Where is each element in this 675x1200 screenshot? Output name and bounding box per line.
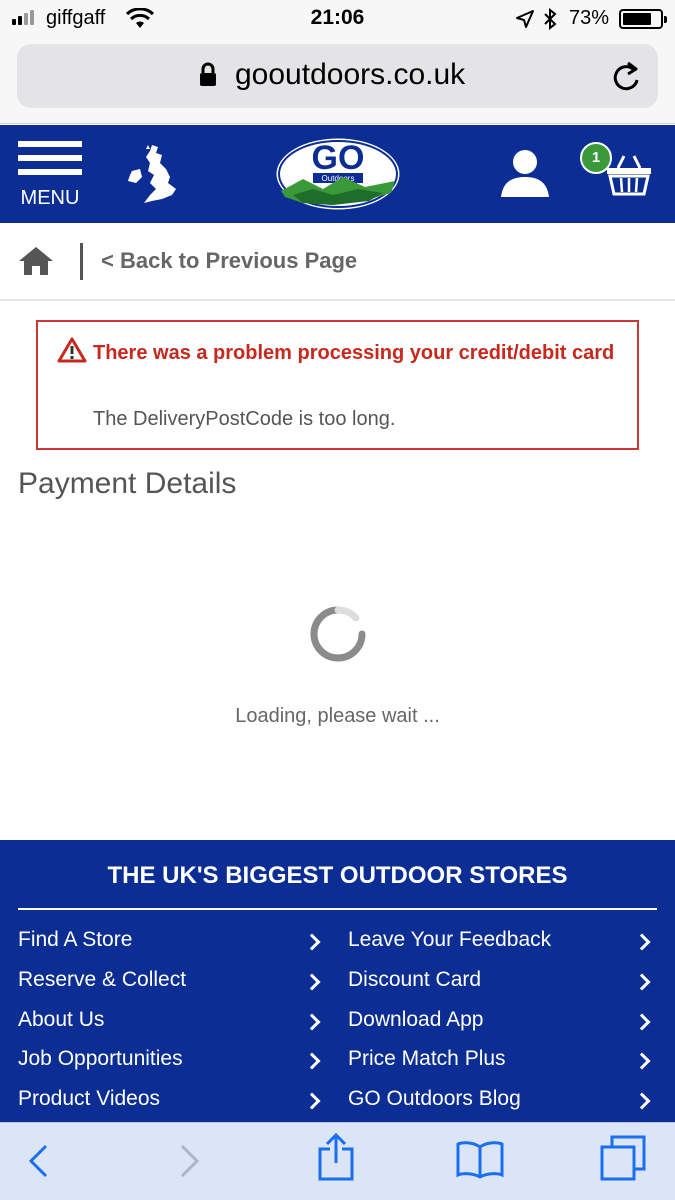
browser-toolbar: [0, 1122, 675, 1200]
browser-address-area: gooutdoors.co.uk: [0, 38, 675, 124]
error-alert: There was a problem processing your cred…: [36, 320, 639, 450]
menu-bar-icon: [18, 141, 82, 147]
footer-link-find-a-store[interactable]: Find A Store: [18, 928, 132, 952]
chevron-right-icon: [633, 973, 651, 991]
bluetooth-icon: [544, 8, 557, 30]
footer-link-leave-your-feedback[interactable]: Leave Your Feedback: [348, 928, 551, 952]
breadcrumb-divider: [80, 243, 83, 280]
footer-link-about-us[interactable]: About Us: [18, 1008, 104, 1032]
footer-title: THE UK'S BIGGEST OUTDOOR STORES: [107, 862, 568, 889]
chevron-right-icon: [303, 933, 321, 951]
menu-bar-icon: [18, 155, 82, 161]
forward-icon[interactable]: [176, 1143, 202, 1179]
footer-link-price-match-plus[interactable]: Price Match Plus: [348, 1047, 506, 1071]
chevron-right-icon: [303, 1013, 321, 1031]
chevron-right-icon: [633, 1092, 651, 1110]
error-title: There was a problem processing your cred…: [93, 342, 615, 364]
site-header: MENU GO Outdoors 1: [0, 125, 675, 223]
battery-icon: [619, 9, 667, 29]
uk-map-icon[interactable]: [124, 143, 180, 205]
share-icon[interactable]: [316, 1133, 356, 1183]
menu-bar-icon: [18, 169, 82, 175]
footer-link-go-outdoors-blog[interactable]: GO Outdoors Blog: [348, 1087, 521, 1111]
location-arrow-icon: [516, 10, 534, 28]
chevron-right-icon: [633, 1052, 651, 1070]
back-to-previous-page-link[interactable]: < Back to Previous Page: [101, 248, 357, 274]
battery-percent: 73%: [569, 7, 610, 29]
error-message: The DeliveryPostCode is too long.: [93, 408, 396, 430]
basket-button[interactable]: 1: [578, 140, 658, 210]
footer-link-product-videos[interactable]: Product Videos: [18, 1087, 160, 1111]
menu-button[interactable]: MENU: [16, 141, 84, 211]
address-bar[interactable]: gooutdoors.co.uk: [17, 44, 658, 108]
svg-text:GO: GO: [312, 139, 365, 177]
menu-label: MENU: [20, 187, 80, 209]
footer: THE UK'S BIGGEST OUTDOOR STORES Find A S…: [0, 840, 675, 1122]
footer-link-job-opportunities[interactable]: Job Opportunities: [18, 1047, 183, 1071]
page-title: Payment Details: [18, 467, 237, 500]
footer-divider: [18, 908, 657, 910]
basket-icon: [607, 155, 651, 196]
chevron-right-icon: [303, 1092, 321, 1110]
go-outdoors-logo[interactable]: GO Outdoors: [273, 135, 403, 213]
chevron-right-icon: [303, 1052, 321, 1070]
breadcrumb: < Back to Previous Page: [0, 223, 675, 301]
url-text: gooutdoors.co.uk: [235, 58, 466, 91]
reload-icon[interactable]: [611, 60, 643, 94]
account-icon[interactable]: [499, 147, 551, 199]
home-icon[interactable]: [17, 245, 55, 277]
footer-link-download-app[interactable]: Download App: [348, 1008, 483, 1032]
basket-count-badge: 1: [580, 142, 612, 174]
chevron-right-icon: [633, 1013, 651, 1031]
status-bar: giffgaff 21:06 73%: [0, 0, 675, 38]
tabs-icon[interactable]: [600, 1135, 646, 1181]
loading-spinner-icon: [310, 606, 366, 662]
chevron-right-icon: [303, 973, 321, 991]
warning-icon: [57, 337, 87, 363]
bookmarks-icon[interactable]: [455, 1139, 505, 1179]
footer-link-reserve-and-collect[interactable]: Reserve & Collect: [18, 968, 186, 992]
footer-link-discount-card[interactable]: Discount Card: [348, 968, 481, 992]
back-icon[interactable]: [26, 1143, 52, 1179]
chevron-right-icon: [633, 933, 651, 951]
loading-text: Loading, please wait ...: [235, 705, 440, 727]
lock-icon: [200, 62, 216, 86]
